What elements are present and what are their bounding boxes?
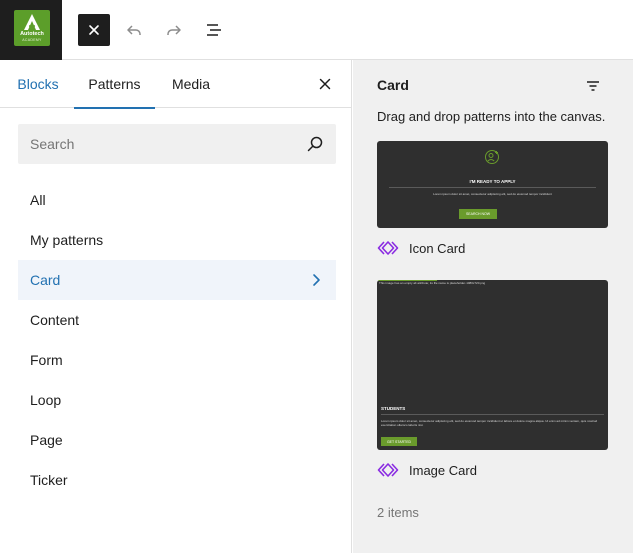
patterns-explorer-panel: Card Drag and drop patterns into the can… [353, 60, 633, 553]
category-content[interactable]: Content [18, 300, 336, 340]
pattern-diamond-icon [377, 241, 399, 255]
preview-divider [381, 414, 604, 415]
pattern-label: Image Card [377, 462, 608, 478]
editor-topbar: Autotech ACADEMY [0, 0, 633, 60]
pattern-name: Image Card [409, 462, 477, 478]
tab-patterns[interactable]: Patterns [74, 60, 155, 109]
pattern-diamond-icon [377, 463, 399, 477]
logo-subtitle: ACADEMY [22, 38, 42, 42]
filter-icon [587, 81, 599, 91]
logo-a-icon [24, 14, 40, 30]
category-label: Card [30, 272, 61, 288]
block-inserter-panel: Blocks Patterns Media All My patterns Ca… [0, 60, 352, 553]
preview-button: GET STARTED [381, 437, 417, 446]
preview-heading: I'M READY TO APPLY [469, 179, 516, 184]
category-page[interactable]: Page [18, 420, 336, 460]
pattern-image-card[interactable]: This image has an empty alt attribute; i… [377, 280, 608, 478]
preview-heading: STUDENTS [381, 406, 406, 411]
category-label: All [30, 192, 46, 208]
pattern-name: Icon Card [409, 240, 466, 256]
tab-media[interactable]: Media [172, 60, 210, 108]
pattern-preview: I'M READY TO APPLY Lorem ipsum dolor sit… [377, 141, 608, 228]
redo-button[interactable] [158, 14, 190, 46]
close-panel-button[interactable] [313, 72, 337, 96]
panel-title: Card [377, 77, 409, 93]
pattern-search [18, 124, 336, 164]
pattern-icon-card[interactable]: I'M READY TO APPLY Lorem ipsum dolor sit… [377, 141, 608, 256]
category-my-patterns[interactable]: My patterns [18, 220, 336, 260]
close-inserter-button[interactable] [78, 14, 110, 46]
category-label: Content [30, 312, 80, 328]
user-plus-icon [485, 150, 499, 164]
drag-drop-hint: Drag and drop patterns into the canvas. [377, 109, 606, 124]
category-label: Ticker [30, 472, 68, 488]
category-card[interactable]: Card [18, 260, 336, 300]
inserter-tabs: Blocks Patterns Media [0, 60, 351, 109]
redo-icon [167, 25, 181, 35]
undo-icon [127, 25, 141, 35]
search-icon [307, 136, 323, 152]
preview-body: Lorem ipsum dolor sit amet, consectetur … [381, 419, 598, 427]
category-label: Loop [30, 392, 62, 408]
preview-body: Lorem ipsum dolor sit amet, consectetur … [433, 192, 552, 196]
category-form[interactable]: Form [18, 340, 336, 380]
filter-button[interactable] [581, 74, 605, 98]
preview-image-caption: This image has an empty alt attribute; i… [379, 281, 486, 285]
chevron-right-icon [313, 274, 320, 286]
category-label: Page [30, 432, 63, 448]
pattern-category-list: All My patterns Card Content Form Loop P… [18, 180, 336, 500]
category-loop[interactable]: Loop [18, 380, 336, 420]
close-icon [319, 78, 331, 90]
preview-divider [389, 187, 596, 188]
list-view-icon [207, 24, 221, 36]
pattern-preview: This image has an empty alt attribute; i… [377, 280, 608, 450]
undo-button[interactable] [118, 14, 150, 46]
tab-blocks[interactable]: Blocks [17, 60, 58, 108]
search-input[interactable] [18, 124, 298, 164]
close-icon [89, 25, 99, 35]
category-all[interactable]: All [18, 180, 336, 220]
document-overview-button[interactable] [198, 14, 230, 46]
category-label: Form [30, 352, 63, 368]
preview-button: SEARCH NOW [459, 209, 497, 219]
items-count: 2 items [377, 505, 419, 520]
category-label: My patterns [30, 232, 104, 248]
site-logo-button[interactable]: Autotech ACADEMY [0, 0, 62, 60]
autotech-logo: Autotech ACADEMY [14, 10, 50, 46]
logo-wordmark: Autotech [20, 31, 44, 37]
pattern-label: Icon Card [377, 240, 608, 256]
category-ticker[interactable]: Ticker [18, 460, 336, 500]
